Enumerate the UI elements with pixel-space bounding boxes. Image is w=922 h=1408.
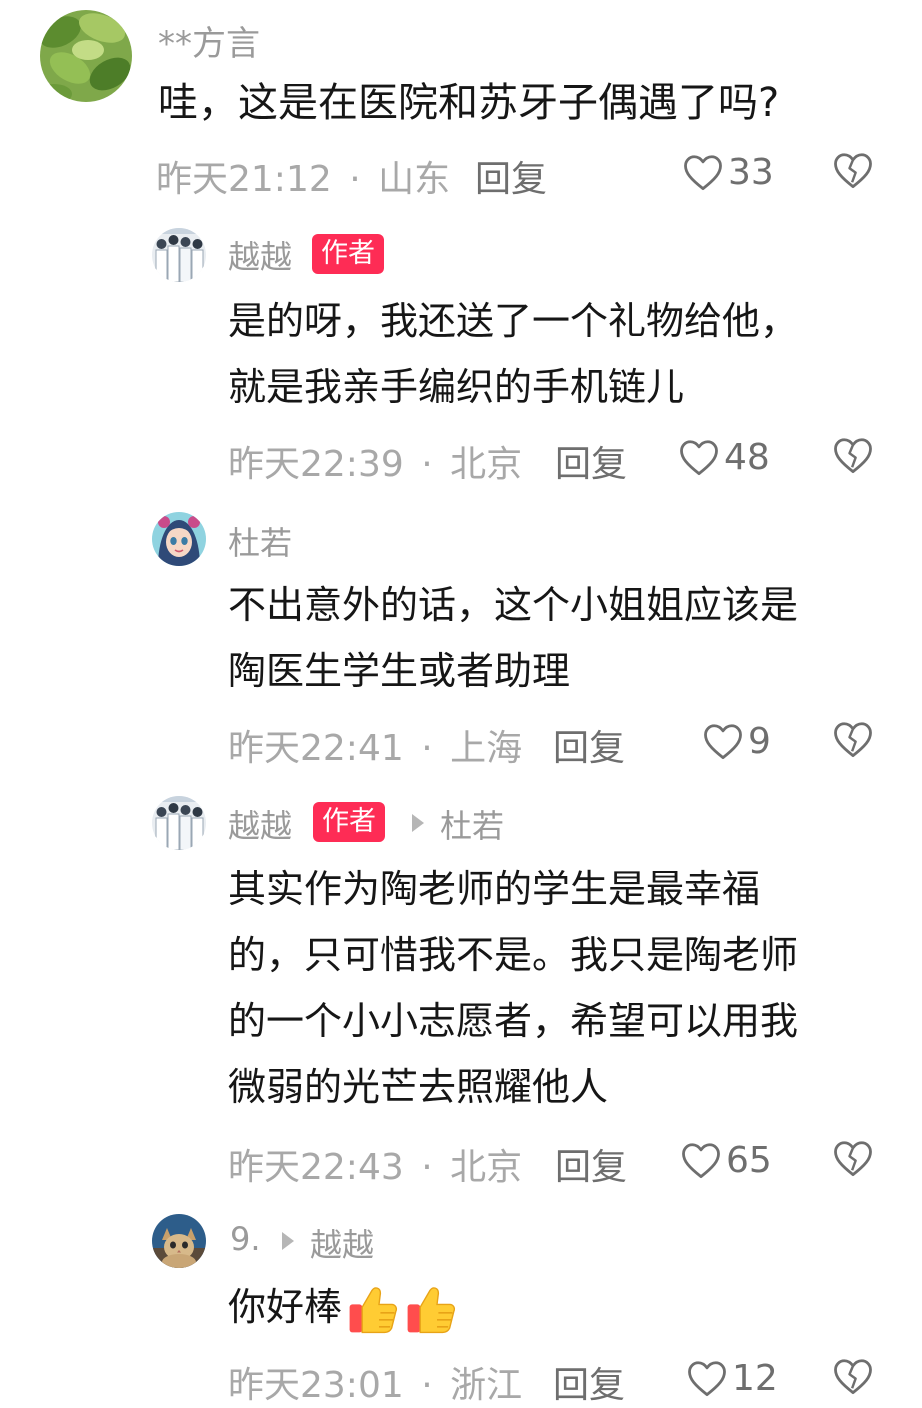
- like-button[interactable]: 48: [678, 435, 770, 479]
- avatar[interactable]: [152, 796, 206, 850]
- comment-text-line: 不出意外的话，这个小姐姐应该是: [228, 583, 799, 627]
- cat-avatar-icon: [152, 1214, 206, 1268]
- avatar[interactable]: [152, 1214, 206, 1268]
- username[interactable]: 杜若: [228, 518, 292, 564]
- heart-icon: [680, 440, 718, 476]
- comment-meta: 昨天22:39 · 北京: [228, 435, 522, 487]
- like-count: 48: [724, 436, 770, 478]
- location: 上海: [450, 728, 523, 769]
- reply-button[interactable]: 回复: [553, 719, 625, 771]
- comment-text: 你好棒: [228, 1274, 458, 1340]
- broken-heart-icon: [834, 153, 872, 189]
- reply-button[interactable]: 回复: [555, 1138, 627, 1190]
- location: 北京: [450, 1147, 523, 1188]
- timestamp: 昨天21:12: [156, 159, 332, 200]
- dislike-button[interactable]: [832, 150, 874, 194]
- heart-icon: [704, 724, 742, 760]
- comment-meta: 昨天22:43 · 北京: [228, 1138, 522, 1190]
- heart-icon: [684, 155, 722, 191]
- comment-text: 其实作为陶老师的学生是最幸福 的，只可惜我不是。我只是陶老师 的一个小小志愿者，…: [228, 856, 908, 1120]
- comment-meta: 昨天23:01 · 浙江: [228, 1356, 522, 1408]
- comment-text-line: 是的呀，我还送了一个礼物给他，: [228, 299, 799, 343]
- reply-button[interactable]: 回复: [555, 435, 627, 487]
- username[interactable]: 越越: [228, 801, 292, 847]
- broken-heart-icon: [834, 1141, 872, 1177]
- separator: ·: [349, 159, 361, 200]
- location: 浙江: [450, 1365, 523, 1406]
- dislike-button[interactable]: [832, 1356, 874, 1400]
- avatar[interactable]: [152, 512, 206, 566]
- like-count: 12: [732, 1357, 778, 1399]
- timestamp: 昨天23:01: [228, 1365, 404, 1406]
- comment-text: 是的呀，我还送了一个礼物给他， 就是我亲手编织的手机链儿: [228, 288, 908, 420]
- comment-text-line: 的，只可惜我不是。我只是陶老师: [228, 933, 799, 977]
- like-count: 65: [726, 1139, 772, 1181]
- heart-icon: [682, 1143, 720, 1179]
- comment-text-line: 陶医生学生或者助理: [228, 649, 571, 693]
- comment-meta: 昨天21:12 · 山东: [156, 150, 450, 202]
- comment-text-line: 你好棒: [228, 1285, 343, 1329]
- username[interactable]: 9.: [230, 1220, 261, 1258]
- like-button[interactable]: 33: [682, 150, 774, 194]
- like-button[interactable]: 9: [702, 719, 771, 763]
- broken-heart-icon: [834, 1359, 872, 1395]
- comment-text-line: 就是我亲手编织的手机链儿: [228, 365, 685, 409]
- avatar[interactable]: [40, 10, 132, 102]
- username[interactable]: **方言: [158, 16, 260, 65]
- comment-text-line: 的一个小小志愿者，希望可以用我: [228, 999, 799, 1043]
- timestamp: 昨天22:39: [228, 444, 404, 485]
- reply-arrow-icon: [282, 1232, 294, 1250]
- thumbs-up-emoji-icon: [349, 1286, 398, 1333]
- avatar[interactable]: [152, 228, 206, 282]
- reply-button[interactable]: 回复: [475, 150, 547, 202]
- broken-heart-icon: [834, 722, 872, 758]
- username[interactable]: 越越: [228, 232, 292, 278]
- comment-text: 哇，这是在医院和苏牙子偶遇了吗?: [158, 80, 780, 126]
- separator: ·: [421, 444, 433, 485]
- like-button[interactable]: 12: [686, 1356, 778, 1400]
- reply-to-username[interactable]: 越越: [310, 1220, 374, 1266]
- heart-icon: [688, 1361, 726, 1397]
- green-leaves-avatar-icon: [40, 10, 132, 102]
- dislike-button[interactable]: [832, 1138, 874, 1182]
- comment-meta: 昨天22:41 · 上海: [228, 719, 522, 771]
- separator: ·: [421, 1147, 433, 1188]
- comment-text-line: 其实作为陶老师的学生是最幸福: [228, 867, 761, 911]
- doctors-group-avatar-icon: [152, 228, 206, 282]
- broken-heart-icon: [834, 438, 872, 474]
- separator: ·: [421, 728, 433, 769]
- cartoon-girl-avatar-icon: [152, 512, 206, 566]
- like-count: 33: [728, 151, 774, 193]
- location: 北京: [450, 444, 523, 485]
- location: 山东: [378, 159, 451, 200]
- reply-button[interactable]: 回复: [553, 1356, 625, 1408]
- comment-text-line: 微弱的光芒去照耀他人: [228, 1065, 609, 1109]
- comment-text: 不出意外的话，这个小姐姐应该是 陶医生学生或者助理: [228, 572, 908, 704]
- separator: ·: [421, 1365, 433, 1406]
- like-button[interactable]: 65: [680, 1138, 772, 1182]
- timestamp: 昨天22:43: [228, 1147, 404, 1188]
- doctors-group-avatar-icon: [152, 796, 206, 850]
- like-count: 9: [748, 720, 771, 762]
- dislike-button[interactable]: [832, 435, 874, 479]
- reply-to-username[interactable]: 杜若: [440, 801, 504, 847]
- timestamp: 昨天22:41: [228, 728, 404, 769]
- dislike-button[interactable]: [832, 719, 874, 763]
- author-badge: 作者: [312, 234, 384, 274]
- thumbs-up-emoji-icon: [407, 1286, 456, 1333]
- author-badge: 作者: [313, 802, 385, 842]
- reply-arrow-icon: [412, 814, 424, 832]
